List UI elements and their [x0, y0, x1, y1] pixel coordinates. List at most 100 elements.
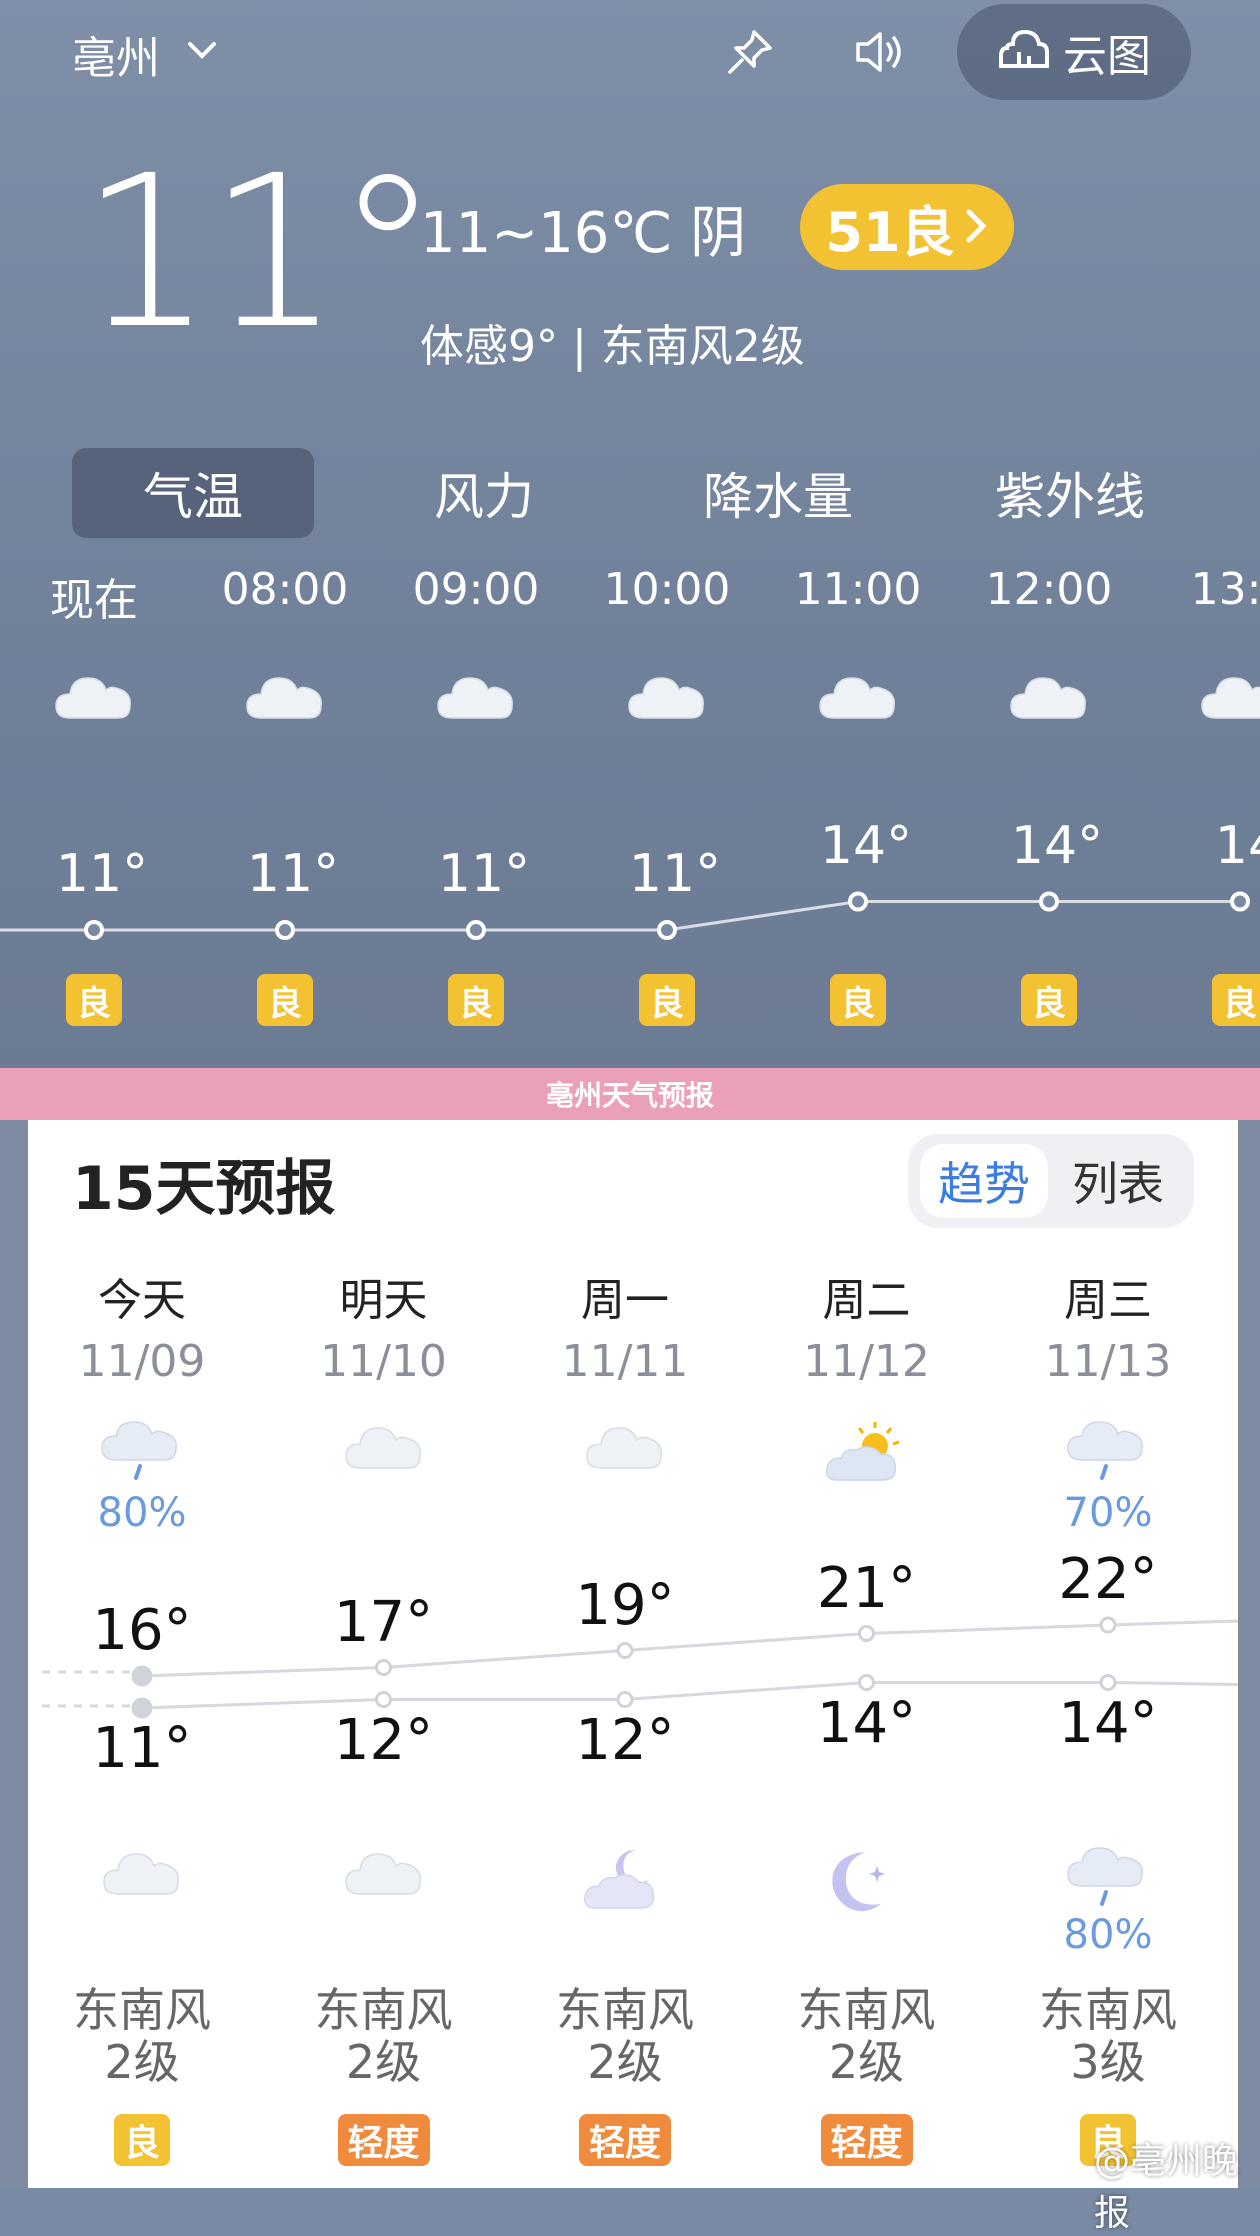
- day-aqi-badge: 轻度: [579, 2114, 671, 2166]
- day-label: 周一: [581, 1275, 669, 1326]
- wind-direction: 东南风: [314, 1983, 453, 2037]
- wind-info: 东南风 2级: [757, 1984, 977, 2088]
- hour-aqi-badge: 良: [639, 974, 695, 1026]
- wind-info: 东南风 2级: [32, 1984, 252, 2088]
- day-date: 11/09: [78, 1336, 206, 1387]
- day-date: 11/10: [320, 1336, 447, 1387]
- day-low-temp: 11°: [92, 1716, 192, 1781]
- hour-point: [848, 891, 868, 912]
- wind-direction: 东南风: [1039, 1983, 1177, 2037]
- day-label: 明天: [339, 1275, 428, 1326]
- hour-time: 12:00: [985, 564, 1113, 615]
- wind-level: 2级: [345, 2035, 422, 2089]
- speaker-icon[interactable]: [852, 22, 912, 82]
- tab-precipitation[interactable]: 降水量: [678, 448, 878, 538]
- chevron-right-icon: [963, 196, 989, 259]
- aqi-value: 51良: [825, 200, 955, 264]
- hourly-temperature-line: [0, 891, 1250, 940]
- hour-aqi-badge: 良: [1212, 974, 1260, 1026]
- hour-time: 10:00: [603, 564, 731, 615]
- cloud-icon: [245, 670, 325, 726]
- cloud-map-label: 云图: [1063, 31, 1151, 82]
- rain-cloud-icon: [998, 1420, 1218, 1482]
- wind-info: 东南风 3级: [998, 1984, 1218, 2088]
- city-selector[interactable]: 亳州: [72, 22, 160, 86]
- day-temp-point: [616, 1642, 634, 1659]
- day-temp-point: [858, 1674, 875, 1691]
- hour-time: 08:00: [221, 564, 349, 615]
- wind-direction: 东南风: [73, 1983, 211, 2037]
- hour-aqi-badge: 良: [448, 974, 504, 1026]
- current-temperature: 11°: [80, 130, 440, 375]
- moon-cloud-icon: [515, 1846, 735, 1912]
- day-date: 11/12: [803, 1336, 930, 1387]
- cloud-icon: [627, 670, 707, 726]
- sun-cloud-icon: [757, 1420, 977, 1486]
- cloud-map-icon: [997, 22, 1051, 83]
- list-button[interactable]: 列表: [1058, 1144, 1178, 1218]
- tab-wind[interactable]: 风力: [384, 448, 584, 538]
- day-aqi-badge: 轻度: [337, 2114, 430, 2166]
- chevron-down-icon[interactable]: [182, 30, 222, 74]
- day-temp-point: [858, 1625, 875, 1642]
- day-temp-point: [1099, 1674, 1117, 1691]
- aqi-badge[interactable]: 51良: [800, 184, 1014, 270]
- feels-like-wind: 体感9° | 东南风2级: [420, 321, 805, 372]
- cloud-icon: [54, 670, 134, 726]
- daily-temperature-lines: [42, 1616, 1238, 1719]
- wind-level: 2级: [587, 2035, 663, 2089]
- cloud-icon: [1200, 670, 1260, 726]
- day-label: 今天: [98, 1275, 186, 1326]
- hour-aqi-badge: 良: [830, 974, 886, 1026]
- pin-icon[interactable]: [720, 22, 780, 82]
- day-precip-chance: 80%: [97, 1490, 187, 1536]
- hour-point: [466, 920, 486, 940]
- wind-level: 2级: [104, 2035, 180, 2089]
- forecast-title: 15天预报: [72, 1154, 336, 1224]
- tab-temperature[interactable]: 气温: [72, 448, 314, 538]
- day-temp-point: [616, 1691, 634, 1708]
- moon-icon: [757, 1846, 977, 1916]
- day-aqi-badge: 良: [114, 2114, 170, 2166]
- hour-time: 现在: [50, 575, 138, 626]
- rain-cloud-icon: [998, 1846, 1218, 1908]
- day-aqi-badge: 轻度: [820, 2114, 913, 2166]
- wind-info: 东南风 2级: [274, 1984, 494, 2088]
- hour-time: 11:00: [794, 564, 922, 615]
- hour-point: [84, 920, 104, 940]
- temperature-range-condition: 11~16℃ 阴: [420, 201, 747, 266]
- day-date: 11/13: [1044, 1336, 1172, 1387]
- night-precip-chance: 80%: [1063, 1912, 1153, 1958]
- hour-point: [1230, 891, 1250, 912]
- trend-button[interactable]: 趋势: [920, 1144, 1048, 1218]
- cloud-icon: [1009, 670, 1089, 726]
- hour-point: [657, 920, 677, 940]
- day-temp-point: [131, 1665, 153, 1687]
- watermark: @亳州晚报: [1094, 2141, 1239, 2234]
- hour-point: [1039, 891, 1059, 912]
- cloud-icon: [515, 1420, 735, 1472]
- hour-time: 13:0: [1190, 564, 1260, 615]
- hour-point: [275, 920, 295, 940]
- cloud-icon: [274, 1846, 494, 1898]
- day-temp-point: [375, 1691, 392, 1708]
- day-temp-point: [131, 1697, 153, 1719]
- cloud-icon: [818, 670, 898, 726]
- cloud-icon: [436, 670, 516, 726]
- rain-cloud-icon: [32, 1420, 252, 1482]
- tab-uv[interactable]: 紫外线: [970, 448, 1170, 538]
- cloud-map-button[interactable]: 云图: [957, 4, 1191, 100]
- day-date: 11/11: [561, 1336, 689, 1387]
- wind-level: 3级: [1070, 2035, 1146, 2089]
- day-label: 周二: [822, 1275, 911, 1326]
- wind-level: 2级: [828, 2035, 905, 2089]
- cloud-icon: [274, 1420, 494, 1472]
- day-precip-chance: 70%: [1063, 1490, 1153, 1536]
- day-label: 周三: [1064, 1275, 1152, 1326]
- banner: 亳州天气预报: [0, 1068, 1260, 1120]
- wind-info: 东南风 2级: [515, 1984, 735, 2088]
- hour-aqi-badge: 良: [257, 974, 313, 1026]
- cloud-icon: [32, 1846, 252, 1898]
- hour-aqi-badge: 良: [1021, 974, 1077, 1026]
- hour-aqi-badge: 良: [66, 974, 122, 1026]
